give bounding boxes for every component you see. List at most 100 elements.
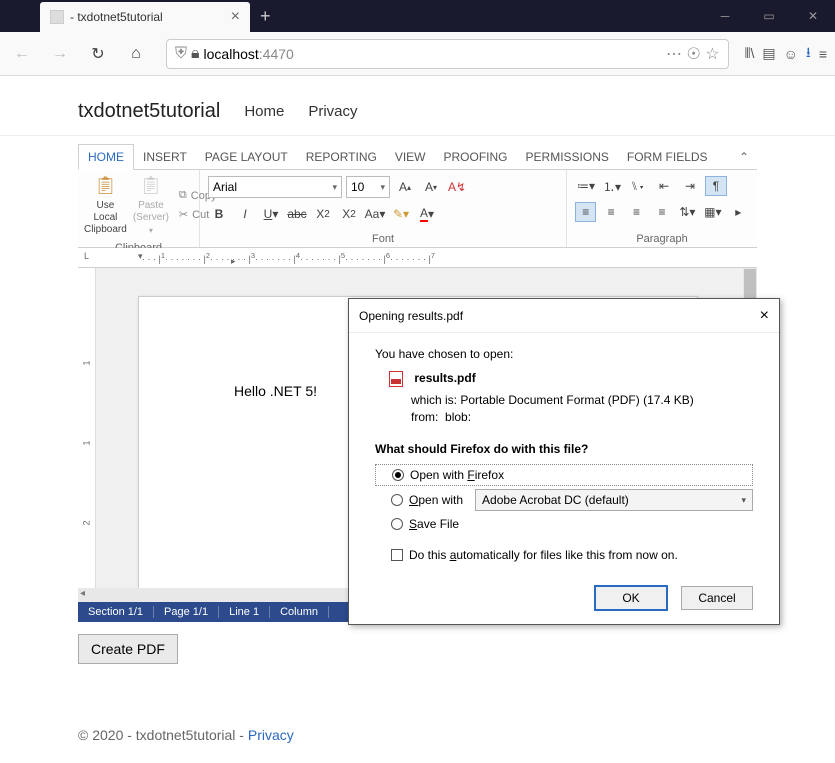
cut-icon: ✂: [179, 208, 188, 221]
font-name-dropdown[interactable]: Arial: [208, 176, 342, 198]
ok-button[interactable]: OK: [595, 586, 667, 610]
status-column: Column: [270, 606, 329, 618]
shrink-font-button[interactable]: A▾: [420, 177, 442, 197]
browser-tab-strip: - txdotnet5tutorial × + ─ ▭ ✕: [0, 0, 835, 32]
dialog-filename: results.pdf: [414, 371, 475, 385]
site-nav: txdotnet5tutorial Home Privacy: [0, 88, 835, 136]
radio-icon: [391, 494, 403, 506]
pilcrow-button[interactable]: ¶: [705, 176, 727, 196]
clear-format-button[interactable]: A↯: [446, 177, 468, 197]
close-window-button[interactable]: ✕: [791, 0, 835, 32]
window-controls: ─ ▭ ✕: [703, 0, 835, 32]
auto-checkbox-row[interactable]: Do this automatically for files like thi…: [375, 548, 753, 562]
status-section: Section 1/1: [78, 606, 154, 618]
ribbon-tab-form-fields[interactable]: FORM FIELDS: [618, 144, 717, 170]
expand-paragraph-icon[interactable]: ▸: [728, 202, 749, 222]
ribbon-tab-reporting[interactable]: REPORTING: [297, 144, 386, 170]
create-pdf-button[interactable]: Create PDF: [78, 634, 178, 664]
tab-close-icon[interactable]: ×: [231, 8, 240, 26]
radio-open-firefox[interactable]: Open with Firefox: [375, 464, 753, 486]
align-center-button[interactable]: ≡: [600, 202, 621, 222]
cancel-button[interactable]: Cancel: [681, 586, 753, 610]
dialog-from: blob:: [445, 410, 471, 424]
downloads-icon[interactable]: ⭳: [806, 42, 811, 66]
menu-icon[interactable]: ≡: [819, 46, 827, 62]
browser-toolbar: ← → ↻ ⌂ ⛨ 🔒︎ localhost:4470 ⋯ ☉ ☆ ⫴\ ▤ ☺…: [0, 32, 835, 76]
bullet-list-button[interactable]: ≔▾: [575, 176, 597, 196]
italic-button[interactable]: I: [234, 204, 256, 224]
strike-button[interactable]: abc: [286, 204, 308, 224]
highlight-button[interactable]: ✎▾: [390, 204, 412, 224]
radio-icon: [391, 518, 403, 530]
lock-icon: 🔒︎: [191, 45, 200, 63]
borders-button[interactable]: ▦▾: [702, 202, 723, 222]
tab-title: - txdotnet5tutorial: [70, 10, 223, 24]
subscript-button[interactable]: X2: [312, 204, 334, 224]
ribbon-tab-page-layout[interactable]: PAGE LAYOUT: [196, 144, 297, 170]
tab-favicon: [50, 10, 64, 24]
dialog-close-icon[interactable]: ×: [760, 307, 769, 325]
page-footer: © 2020 - txdotnet5tutorial - Privacy: [78, 727, 294, 743]
status-page: Page 1/1: [154, 606, 219, 618]
superscript-button[interactable]: X2: [338, 204, 360, 224]
align-right-button[interactable]: ≡: [626, 202, 647, 222]
minimize-button[interactable]: ─: [703, 0, 747, 32]
grow-font-button[interactable]: A▴: [394, 177, 416, 197]
footer-privacy-link[interactable]: Privacy: [248, 727, 294, 743]
nav-home[interactable]: Home: [244, 103, 284, 120]
download-dialog: Opening results.pdf × You have chosen to…: [348, 298, 780, 625]
open-with-app-select[interactable]: Adobe Acrobat DC (default): [475, 489, 753, 511]
ribbon-body: 📋︎ Use Local Clipboard 📋︎ Paste (Server)…: [78, 170, 757, 248]
clipboard-icon: 📋︎: [93, 174, 117, 198]
dialog-question: What should Firefox do with this file?: [375, 442, 753, 456]
url-bar[interactable]: ⛨ 🔒︎ localhost:4470 ⋯ ☉ ☆: [166, 39, 729, 69]
use-local-clipboard-button[interactable]: 📋︎ Use Local Clipboard: [84, 174, 127, 236]
ribbon-tab-home[interactable]: HOME: [78, 144, 134, 170]
paragraph-group-label: Paragraph: [567, 231, 757, 247]
ribbon-tab-view[interactable]: VIEW: [386, 144, 435, 170]
align-left-button[interactable]: ≡: [575, 202, 596, 222]
maximize-button[interactable]: ▭: [747, 0, 791, 32]
browser-tab[interactable]: - txdotnet5tutorial ×: [40, 2, 250, 32]
underline-button[interactable]: U▾: [260, 204, 282, 224]
pdf-file-icon: [389, 371, 403, 387]
paste-button[interactable]: 📋︎ Paste (Server)▾: [133, 174, 169, 236]
ribbon-tab-insert[interactable]: INSERT: [134, 144, 196, 170]
align-justify-button[interactable]: ≡: [651, 202, 672, 222]
copy-icon: ⧉: [179, 189, 187, 202]
account-icon[interactable]: ☺: [784, 46, 798, 62]
horizontal-ruler[interactable]: L ▾ · · · |1· · · · · · · |2· · · · · · …: [78, 248, 757, 268]
font-size-dropdown[interactable]: 10: [346, 176, 390, 198]
url-text: localhost:4470: [204, 46, 294, 62]
nav-privacy[interactable]: Privacy: [308, 103, 357, 120]
status-line: Line 1: [219, 606, 270, 618]
ribbon-tabs: HOME INSERT PAGE LAYOUT REPORTING VIEW P…: [78, 144, 757, 170]
inc-indent-button[interactable]: ⇥: [679, 176, 701, 196]
back-button[interactable]: ←: [8, 40, 36, 68]
dec-indent-button[interactable]: ⇤: [653, 176, 675, 196]
reader-icon[interactable]: ▤: [762, 45, 775, 62]
url-actions: ⋯ ☉ ☆: [666, 44, 720, 64]
case-button[interactable]: Aa▾: [364, 204, 386, 224]
dialog-titlebar: Opening results.pdf ×: [349, 299, 779, 333]
reload-button[interactable]: ↻: [84, 40, 112, 68]
new-tab-button[interactable]: +: [260, 6, 271, 27]
paste-icon: 📋︎: [139, 174, 163, 198]
multilevel-list-button[interactable]: ⑊▾: [627, 176, 649, 196]
bold-button[interactable]: B: [208, 204, 230, 224]
font-group-label: Font: [200, 231, 566, 247]
ribbon-tab-proofing[interactable]: PROOFING: [435, 144, 517, 170]
checkbox-icon: [391, 549, 403, 561]
brand[interactable]: txdotnet5tutorial: [0, 100, 220, 123]
radio-save-file[interactable]: Save File: [375, 514, 753, 534]
vertical-ruler[interactable]: 112: [78, 268, 96, 602]
ribbon-collapse-icon[interactable]: ⌃: [739, 150, 757, 164]
number-list-button[interactable]: ⒈▾: [601, 176, 623, 196]
ribbon-tab-permissions[interactable]: PERMISSIONS: [517, 144, 618, 170]
font-color-button[interactable]: A▾: [416, 204, 438, 224]
radio-open-with[interactable]: Open with Adobe Acrobat DC (default): [375, 486, 753, 514]
home-button[interactable]: ⌂: [122, 40, 150, 68]
library-icon[interactable]: ⫴\: [745, 45, 755, 62]
line-spacing-button[interactable]: ⇅▾: [677, 202, 698, 222]
forward-button[interactable]: →: [46, 40, 74, 68]
